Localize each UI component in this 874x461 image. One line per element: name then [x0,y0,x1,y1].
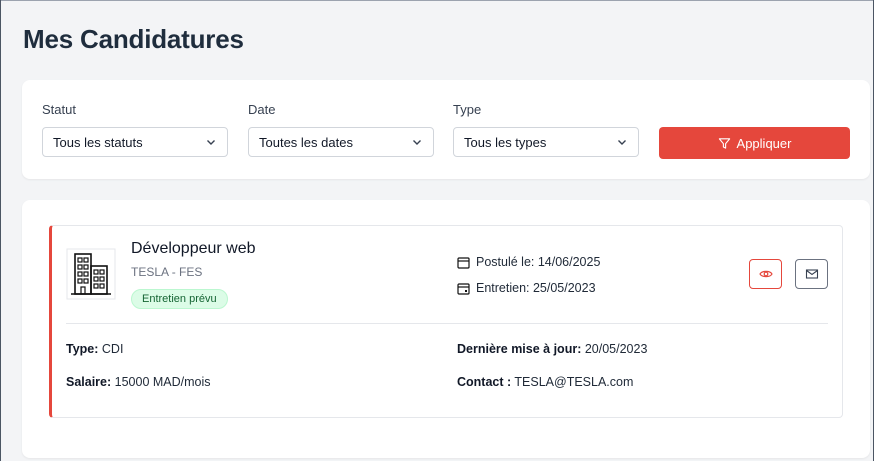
contract-type: Type: CDI [66,342,123,356]
last-updated-value: 20/05/2023 [584,342,648,356]
type-select[interactable]: Tous les types [453,127,639,157]
date-filter: Date Toutes les dates [248,102,434,157]
card-divider [66,323,828,324]
apply-filters-button[interactable]: Appliquer [659,127,850,159]
last-updated: Dernière mise à jour: 20/05/2023 [457,342,647,356]
type-filter: Type Tous les types [453,102,639,157]
status-badge: Entretien prévu [131,289,228,309]
company-name: TESLA - FES [131,265,203,279]
salary: Salaire: 15000 MAD/mois [66,375,211,389]
chevron-down-icon [618,140,626,145]
filters-panel: Statut Tous les statuts Date Toutes les … [22,80,870,179]
apply-button-label: Appliquer [736,135,792,151]
salary-value: 15000 MAD/mois [114,375,211,389]
interview-date-text: Entretien: 25/05/2023 [476,281,596,295]
job-title[interactable]: Développeur web [131,240,256,258]
date-select-value: Toutes les dates [259,134,353,150]
contract-type-label: Type: [66,342,99,356]
last-updated-label: Dernière mise à jour: [457,342,582,356]
chevron-down-icon [207,140,215,145]
type-select-value: Tous les types [464,134,547,150]
status-filter: Statut Tous les statuts [42,102,228,157]
window-left-border [0,0,1,461]
mail-icon [805,269,818,279]
type-filter-label: Type [453,102,482,117]
contact: Contact : TESLA@TESLA.com [457,375,633,389]
message-button[interactable] [795,259,828,289]
chevron-down-icon [413,140,421,145]
applications-list: Développeur web TESLA - FES Entretien pr… [22,200,870,458]
calendar-icon [457,282,470,295]
application-card: Développeur web TESLA - FES Entretien pr… [49,225,843,418]
contact-label: Contact : [457,375,512,389]
status-select-value: Tous les statuts [53,134,143,150]
page-title: Mes Candidatures [23,24,244,54]
window-top-border [0,0,874,1]
date-select[interactable]: Toutes les dates [248,127,434,157]
interview-date: Entretien: 25/05/2023 [457,281,596,295]
status-filter-label: Statut [42,102,76,117]
eye-icon [758,270,773,278]
filter-icon [718,137,730,149]
status-select[interactable]: Tous les statuts [42,127,228,157]
applied-date: Postulé le: 14/06/2025 [457,255,600,269]
salary-label: Salaire: [66,375,112,389]
contract-type-value: CDI [101,342,124,356]
view-application-button[interactable] [749,259,782,289]
building-icon [66,248,116,300]
applied-date-text: Postulé le: 14/06/2025 [476,255,601,269]
date-filter-label: Date [248,102,276,117]
contact-value[interactable]: TESLA@TESLA.com [514,375,633,389]
calendar-icon [457,256,470,269]
